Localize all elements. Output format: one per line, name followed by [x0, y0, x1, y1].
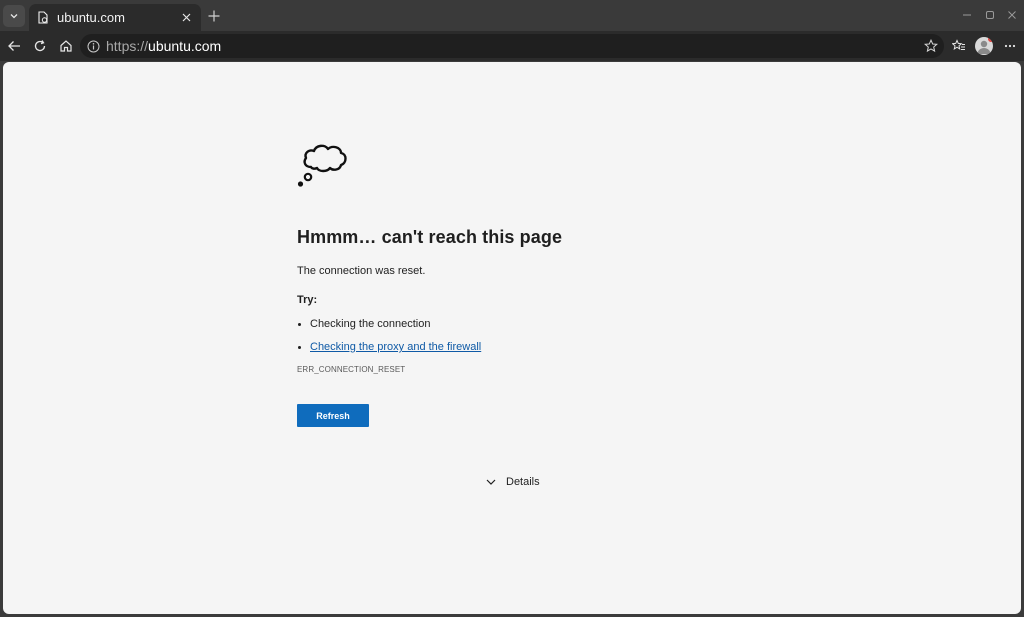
chevron-down-icon: [10, 14, 18, 19]
reload-button[interactable]: [32, 38, 48, 54]
close-icon[interactable]: [179, 11, 193, 25]
chevron-down-icon: [486, 479, 496, 485]
proxy-firewall-link[interactable]: Checking the proxy and the firewall: [310, 341, 481, 353]
suggestion-list: Checking the connection Checking the pro…: [297, 318, 717, 354]
info-icon[interactable]: [86, 39, 100, 53]
browser-toolbar: https://ubuntu.com: [0, 31, 1024, 61]
try-label: Try:: [297, 294, 318, 306]
window-close-icon: [1008, 11, 1016, 19]
error-description: The connection was reset.: [297, 265, 426, 277]
details-toggle[interactable]: Details: [485, 476, 540, 488]
error-content: Hmmm… can't reach this page The connecti…: [297, 136, 717, 427]
favorites-icon: [952, 39, 965, 51]
address-bar[interactable]: https://ubuntu.com: [80, 34, 944, 58]
suggestion-check-connection: Checking the connection: [310, 318, 431, 330]
details-label: Details: [506, 476, 540, 488]
url-host: ubuntu.com: [148, 38, 222, 54]
minimize-button[interactable]: [961, 9, 973, 21]
more-button[interactable]: [1002, 38, 1018, 54]
home-button[interactable]: [58, 38, 74, 54]
plus-icon: [208, 10, 220, 22]
maximize-button[interactable]: [984, 9, 996, 21]
home-icon: [60, 40, 72, 52]
active-tab[interactable]: ubuntu.com: [29, 4, 201, 31]
refresh-icon: [34, 40, 46, 52]
url-scheme: https://: [106, 38, 149, 54]
more-icon: [1004, 44, 1016, 48]
tab-actions-button[interactable]: [3, 5, 25, 27]
back-arrow-icon: [8, 41, 20, 51]
cloud-icon: [297, 144, 347, 187]
suggestion-item: Checking the connection: [297, 318, 717, 331]
maximize-icon: [986, 11, 994, 19]
error-title: Hmmm… can't reach this page: [297, 227, 563, 247]
page-viewport: Hmmm… can't reach this page The connecti…: [3, 62, 1021, 614]
favorites-button[interactable]: [951, 38, 967, 54]
suggestion-item: Checking the proxy and the firewall: [297, 341, 717, 354]
refresh-button[interactable]: Refresh: [297, 404, 369, 427]
shield-doc-icon: [35, 11, 49, 25]
back-button[interactable]: [6, 38, 22, 54]
profile-avatar[interactable]: [975, 37, 993, 55]
notification-dot: [988, 37, 993, 42]
minimize-icon: [963, 14, 971, 16]
error-code: ERR_CONNECTION_RESET: [297, 365, 406, 374]
tab-strip: ubuntu.com: [0, 0, 1024, 31]
tab-title: ubuntu.com: [57, 10, 125, 25]
url-text: https://ubuntu.com: [106, 38, 221, 54]
new-tab-button[interactable]: [206, 8, 222, 24]
star-icon[interactable]: [923, 38, 939, 53]
window-close-button[interactable]: [1006, 9, 1018, 21]
